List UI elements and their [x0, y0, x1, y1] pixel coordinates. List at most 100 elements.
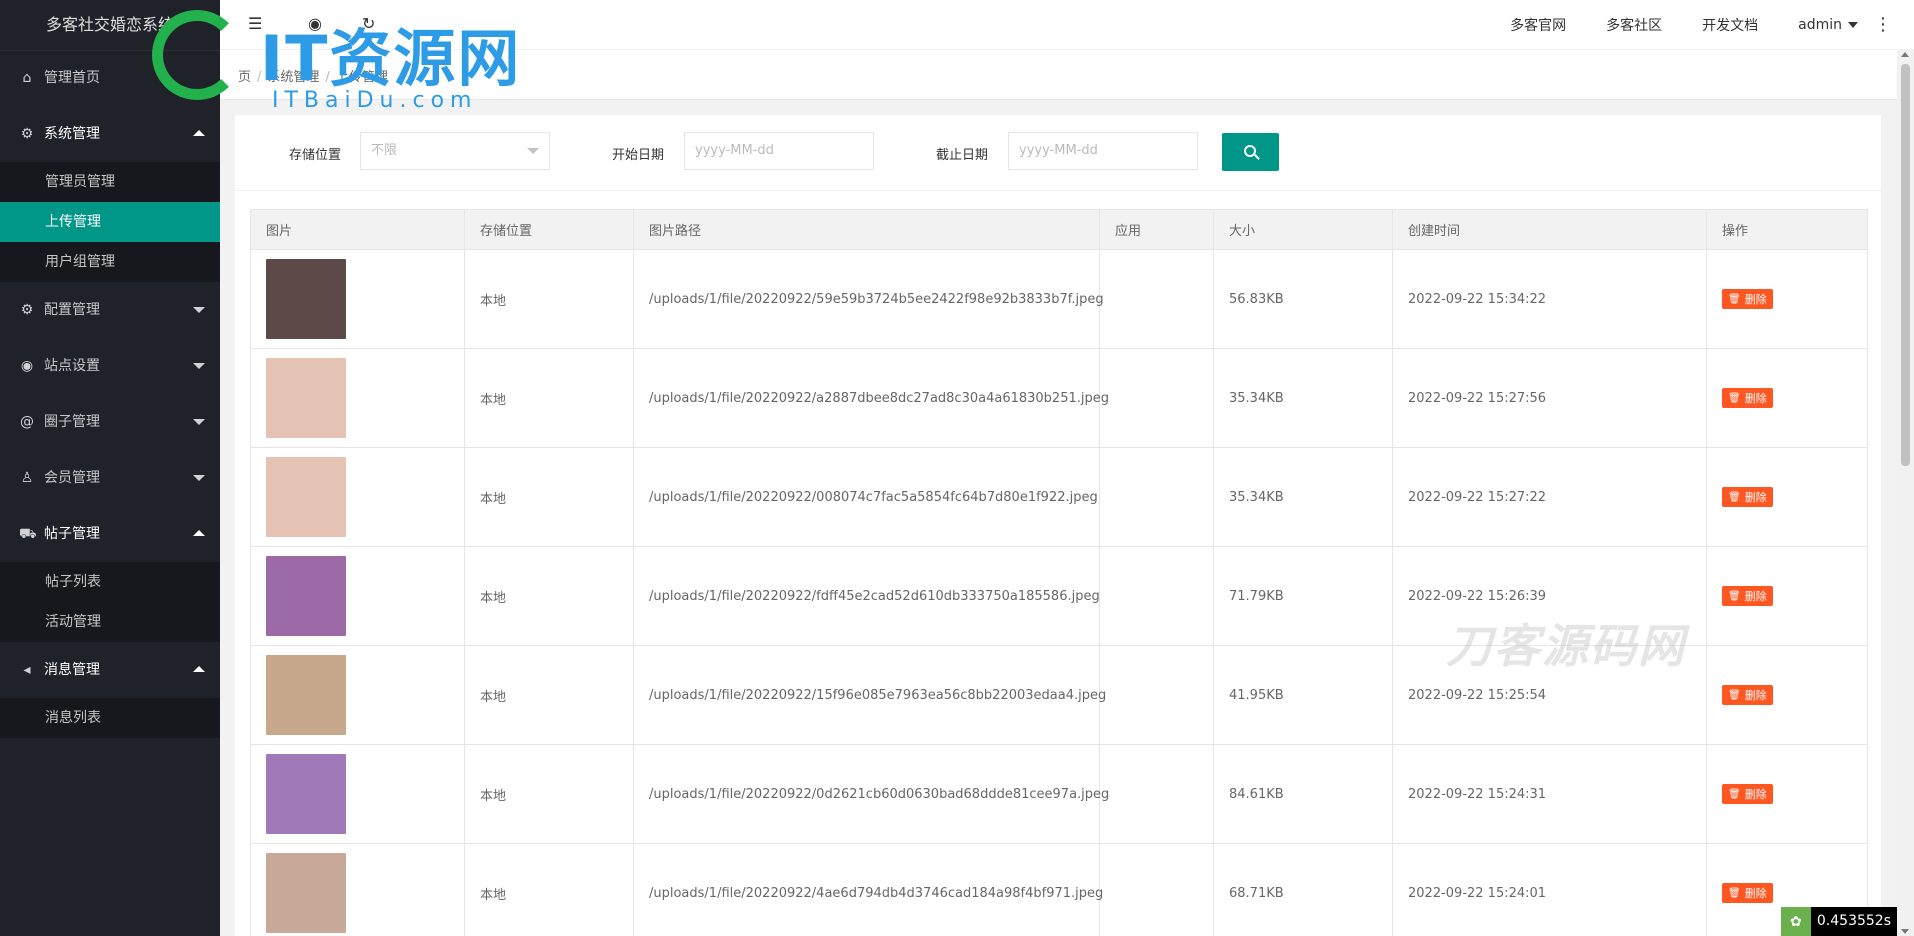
user-name: admin — [1798, 17, 1842, 33]
upload-table: 图片 存储位置 图片路径 应用 大小 创建时间 操作 本地/uploads/1/… — [250, 209, 1868, 936]
chevron-up-icon — [193, 666, 205, 672]
sidebar-item-label: 配置管理 — [44, 302, 100, 318]
user-menu[interactable]: admin — [1798, 17, 1858, 33]
cell-actions: 🗑 删除 — [1706, 744, 1868, 844]
sidebar: 多客社交婚恋系统 ⌂ 管理首页 ⚙ 系统管理 管理员管理 上传管理 用户组管理 ⚙ 配置管理 ◉ 站… — [0, 0, 220, 936]
col-app: 应用 — [1099, 209, 1214, 250]
trash-icon: 🗑 — [1728, 788, 1741, 800]
delete-button[interactable]: 🗑 删除 — [1722, 586, 1773, 606]
sidebar-item-3[interactable]: ◉ 站点设置 — [0, 338, 220, 394]
sidebar-subitem[interactable]: 帖子列表 — [0, 562, 220, 602]
sidebar-item-5[interactable]: ♙ 会员管理 — [0, 450, 220, 506]
thumbnail-image[interactable] — [266, 457, 346, 537]
sidebar-item-6[interactable]: ⛟ 帖子管理 — [0, 506, 220, 562]
col-actions: 操作 — [1706, 209, 1868, 250]
vertical-scrollbar[interactable] — [1897, 50, 1914, 936]
delete-button[interactable]: 🗑 删除 — [1722, 289, 1773, 309]
debug-timer: ✿ 0.453552s — [1780, 907, 1897, 936]
cell-path: /uploads/1/file/20220922/59e59b3724b5ee2… — [633, 249, 1104, 349]
cell-image — [250, 546, 465, 646]
table-header-row: 图片 存储位置 图片路径 应用 大小 创建时间 操作 — [250, 209, 1868, 250]
cell-storage: 本地 — [464, 249, 634, 349]
cell-image — [250, 744, 465, 844]
cell-image — [250, 249, 465, 349]
link-community[interactable]: 多客社区 — [1606, 15, 1662, 35]
link-official-site[interactable]: 多客官网 — [1510, 15, 1566, 35]
delete-button[interactable]: 🗑 删除 — [1722, 883, 1773, 903]
cell-actions: 🗑 删除 — [1706, 249, 1868, 349]
table-row: 本地/uploads/1/file/20220922/008074c7fac5a… — [250, 447, 1868, 547]
cell-actions: 🗑 删除 — [1706, 546, 1868, 646]
search-button[interactable] — [1222, 133, 1279, 171]
more-icon[interactable]: ⋮ — [1874, 14, 1892, 35]
watermark-logo: IT资源网 ITBaiDu.com — [152, 2, 562, 120]
cell-image — [250, 447, 465, 547]
sidebar-item-label: 管理首页 — [44, 70, 100, 86]
sidebar-item-label: 圈子管理 — [44, 414, 100, 430]
table-row: 本地/uploads/1/file/20220922/0d2621cb60d06… — [250, 744, 1868, 844]
cell-created: 2022-09-22 15:27:56 — [1392, 348, 1707, 448]
scroll-up-icon[interactable] — [1901, 52, 1909, 57]
chevron-down-icon — [193, 363, 205, 369]
delete-label: 删除 — [1744, 788, 1767, 801]
sidebar-item-7[interactable]: ◂ 消息管理 — [0, 642, 220, 698]
watermark-subtext: ITBaiDu.com — [272, 88, 478, 113]
delete-button[interactable]: 🗑 删除 — [1722, 487, 1773, 507]
cell-app — [1099, 645, 1214, 745]
cell-storage: 本地 — [464, 744, 634, 844]
delete-button[interactable]: 🗑 删除 — [1722, 685, 1773, 705]
cell-actions: 🗑 删除 — [1706, 348, 1868, 448]
user-icon: ♙ — [20, 470, 34, 486]
speaker-icon: ◂ — [23, 662, 31, 678]
delete-label: 删除 — [1744, 590, 1767, 603]
table-row: 本地/uploads/1/file/20220922/59e59b3724b5e… — [250, 249, 1868, 349]
table-row: 本地/uploads/1/file/20220922/4ae6d794db4d3… — [250, 843, 1868, 936]
cell-size: 68.71KB — [1213, 843, 1393, 936]
scroll-thumb[interactable] — [1901, 64, 1910, 466]
palette-icon: ◉ — [20, 358, 34, 374]
gear-icon: ⚙ — [20, 126, 34, 142]
sidebar-item-4[interactable]: @ 圈子管理 — [0, 394, 220, 450]
cell-created: 2022-09-22 15:24:01 — [1392, 843, 1707, 936]
sidebar-subitem[interactable]: 消息列表 — [0, 698, 220, 738]
thumbnail-image[interactable] — [266, 853, 346, 933]
thumbnail-image[interactable] — [266, 358, 346, 438]
cell-image — [250, 348, 465, 448]
start-date-input[interactable]: yyyy-MM-dd — [684, 132, 874, 170]
thumbnail-image[interactable] — [266, 556, 346, 636]
cell-app — [1099, 447, 1214, 547]
sidebar-item-2[interactable]: ⚙ 配置管理 — [0, 282, 220, 338]
sidebar-subitem[interactable]: 用户组管理 — [0, 242, 220, 282]
col-storage: 存储位置 — [464, 209, 634, 250]
sidebar-subitem[interactable]: 管理员管理 — [0, 162, 220, 202]
chevron-up-icon — [193, 530, 205, 536]
sidebar-item-label: 帖子管理 — [44, 526, 100, 542]
sidebar-subitem[interactable]: 活动管理 — [0, 602, 220, 642]
delete-button[interactable]: 🗑 删除 — [1722, 388, 1773, 408]
delete-label: 删除 — [1744, 491, 1767, 504]
thumbnail-image[interactable] — [266, 754, 346, 834]
cell-size: 35.34KB — [1213, 447, 1393, 547]
scroll-down-icon[interactable] — [1901, 929, 1909, 934]
gear-icon: ⚙ — [20, 302, 34, 318]
leaf-icon: ✿ — [1780, 907, 1811, 936]
sidebar-item-label: 站点设置 — [44, 358, 100, 374]
cell-path: /uploads/1/file/20220922/fdff45e2cad52d6… — [633, 546, 1100, 646]
storage-select[interactable]: 不限 — [360, 132, 550, 170]
cell-size: 71.79KB — [1213, 546, 1393, 646]
delete-button[interactable]: 🗑 删除 — [1722, 784, 1773, 804]
delete-label: 删除 — [1744, 293, 1767, 306]
cell-actions: 🗑 删除 — [1706, 645, 1868, 745]
thumbnail-image[interactable] — [266, 259, 346, 339]
cell-app — [1099, 744, 1214, 844]
chevron-down-icon — [193, 419, 205, 425]
thumbnail-image[interactable] — [266, 655, 346, 735]
link-docs[interactable]: 开发文档 — [1702, 15, 1758, 35]
chevron-up-icon — [193, 130, 205, 136]
end-date-input[interactable]: yyyy-MM-dd — [1008, 132, 1198, 170]
cell-storage: 本地 — [464, 843, 634, 936]
filter-bar: 存储位置 不限 开始日期 yyyy-MM-dd 截止日期 yyyy-MM-dd — [235, 115, 1881, 191]
sidebar-subitem[interactable]: 上传管理 — [0, 202, 220, 242]
cell-image — [250, 843, 465, 936]
sidebar-nav: ⌂ 管理首页 ⚙ 系统管理 管理员管理 上传管理 用户组管理 ⚙ 配置管理 ◉ 站点设置 @ 圈子管理 ♙… — [0, 50, 220, 738]
